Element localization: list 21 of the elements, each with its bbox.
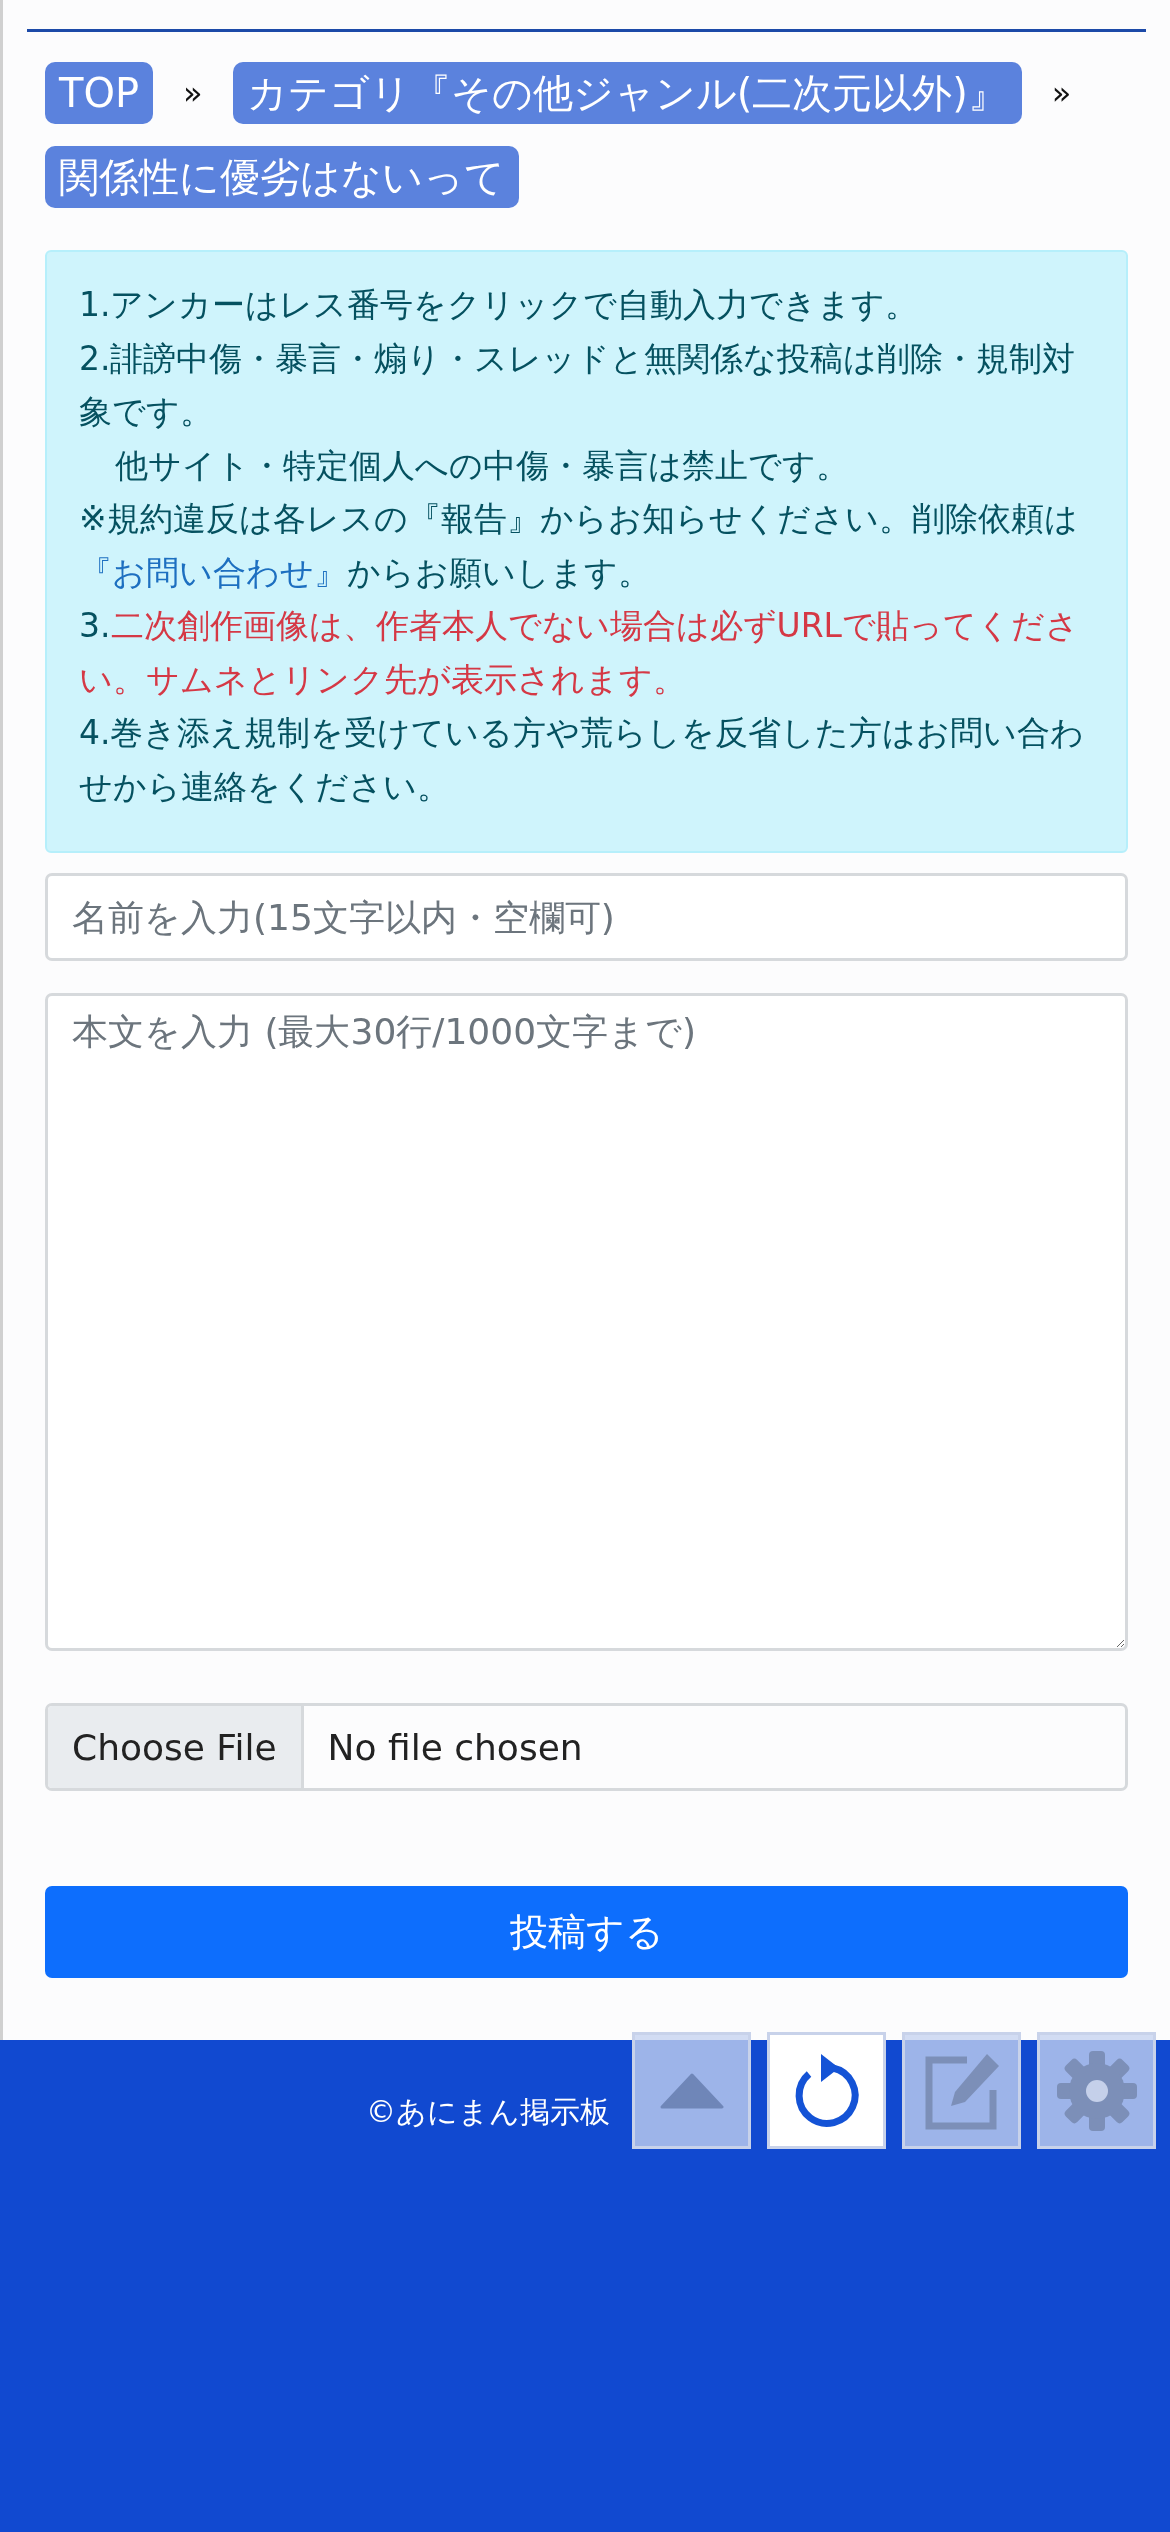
- submit-button[interactable]: 投稿する: [45, 1886, 1128, 1978]
- contact-link[interactable]: 『お問い合わせ』: [79, 552, 347, 592]
- notice-text: 3.二次創作画像は、作者本人でない場合は必ずURLで貼ってください。サムネとリンク先が表示されます。: [79, 605, 1080, 701]
- notice-text: ※規約違反は各レスの『報告』からお知らせください。削除依頼は 『お問い合わせ』からお願いします。: [79, 498, 1079, 594]
- breadcrumb-separator: »: [182, 74, 204, 112]
- breadcrumb-link[interactable]: 関係性に優劣はないって: [45, 146, 519, 208]
- file-status: No file chosen: [326, 1726, 583, 1768]
- body-field[interactable]: 本文を入力 (最大30行/1000文字まで): [45, 993, 1128, 1651]
- name-field[interactable]: 名前を入力(15文字以内・空欄可): [45, 873, 1128, 961]
- up-triangle-icon: [659, 2072, 724, 2109]
- notice-text: 2.誹謗中傷・暴言・煽り・スレッドと無関係な投稿は削除・規制対象です。: [79, 337, 1077, 433]
- breadcrumb-link[interactable]: TOP: [45, 62, 154, 124]
- breadcrumb-separator: »: [1050, 74, 1073, 112]
- notice-text: 他サイト・特定個人への中傷・暴言は禁止です。: [114, 444, 850, 487]
- reload-button[interactable]: [767, 2032, 886, 2149]
- notice-text: 4.巻き添え規制を受けている方や荒らしを反省した方はお問い合わせから連絡をください。: [79, 712, 1086, 808]
- choose-file-button[interactable]: Choose File: [48, 1706, 304, 1788]
- breadcrumb-link[interactable]: カテゴリ『その他ジャンル(二次元以外)』: [232, 62, 1022, 124]
- notice-text: 1.アンカーはレス番号をクリックで自動入力できます。: [79, 284, 920, 326]
- copyright-text: ©あにまん掲示板: [365, 2093, 610, 2131]
- settings-icon: [1054, 2048, 1139, 2133]
